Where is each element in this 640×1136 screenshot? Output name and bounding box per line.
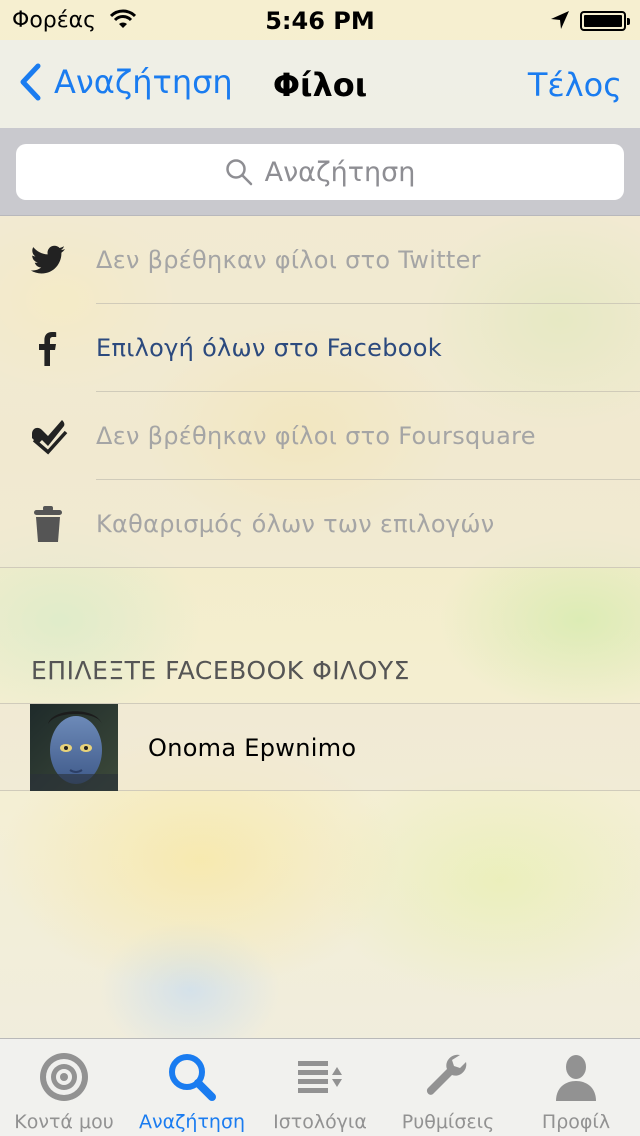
facebook-icon [39,332,57,366]
tab-nearby-label: Κοντά μου [14,1111,114,1133]
done-button[interactable]: Τέλος [528,66,622,104]
avatar-image [30,704,118,791]
tab-nearby[interactable]: Κοντά μου [0,1039,128,1136]
tab-blogs-label: Ιστολόγια [273,1111,367,1133]
location-arrow-icon [551,11,569,29]
search-input[interactable]: Αναζήτηση [16,144,624,200]
tab-settings-label: Ρυθμίσεις [401,1111,495,1133]
twitter-row[interactable]: Δεν βρέθηκαν φίλοι στο Twitter [0,216,640,304]
back-button[interactable]: Αναζήτηση [16,62,233,102]
foursquare-icon [32,420,68,455]
foursquare-row[interactable]: Δεν βρέθηκαν φίλοι στο Foursquare [0,392,640,480]
battery-icon [580,11,630,31]
friend-list-item[interactable]: Onoma Epwnimo [0,703,640,791]
back-button-label: Αναζήτηση [54,63,233,101]
tab-profile-label: Προφίλ [541,1111,611,1133]
tab-settings[interactable]: Ρυθμίσεις [384,1039,512,1136]
friend-name: Onoma Epwnimo [148,734,357,762]
wrench-icon [426,1054,467,1095]
chevron-left-icon [20,63,41,101]
tab-bar: Κοντά μου Αναζήτηση Ιστολόγια Ρυθμίσεις … [0,1038,640,1136]
tab-search[interactable]: Αναζήτηση [128,1039,256,1136]
list-sort-icon [298,1061,342,1093]
status-bar: Φορέας 5:46 PM [0,0,640,40]
tab-search-label: Αναζήτηση [138,1111,246,1133]
status-time: 5:46 PM [265,7,375,35]
trash-icon [34,506,62,542]
facebook-row-label: Επιλογή όλων στο Facebook [96,334,442,362]
twitter-row-label: Δεν βρέθηκαν φίλοι στο Twitter [96,246,481,274]
search-bar: Αναζήτηση [0,128,640,216]
search-icon [225,159,252,186]
clear-selections-row[interactable]: Καθαρισμός όλων των επιλογών [0,480,640,568]
tab-profile[interactable]: Προφίλ [512,1039,640,1136]
twitter-icon [30,245,65,274]
avatar [30,704,118,791]
foursquare-row-label: Δεν βρέθηκαν φίλοι στο Foursquare [96,422,536,450]
navigation-bar: Αναζήτηση Φίλοι Τέλος [0,40,640,128]
section-header: ΕΠΙΛΕΞΤΕ FACEBOOK ΦΙΛΟΥΣ [31,656,410,685]
target-icon [40,1053,88,1101]
clear-row-label: Καθαρισμός όλων των επιλογών [96,510,495,538]
person-icon [556,1055,596,1101]
search-icon [169,1054,216,1101]
search-placeholder: Αναζήτηση [264,156,416,188]
tab-blogs[interactable]: Ιστολόγια [256,1039,384,1136]
action-list: Δεν βρέθηκαν φίλοι στο Twitter Επιλογή ό… [0,216,640,568]
facebook-select-all-row[interactable]: Επιλογή όλων στο Facebook [0,304,640,392]
